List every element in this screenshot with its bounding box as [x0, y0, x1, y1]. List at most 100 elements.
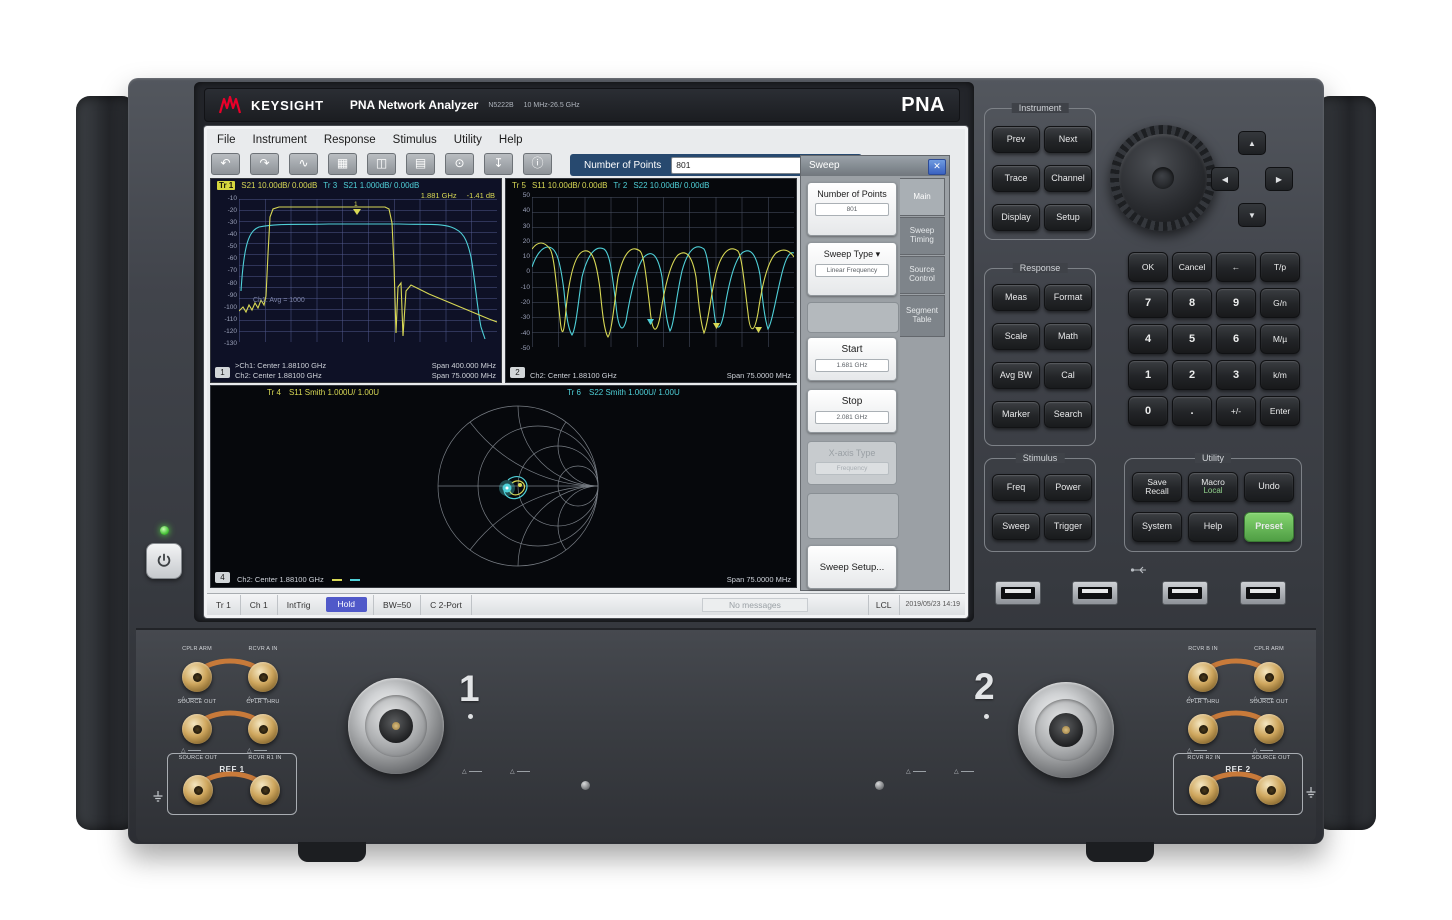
key-5[interactable]: 5 [1172, 324, 1212, 354]
ref1-source-out-label: SOURCE OUT [166, 755, 230, 761]
arrow-right-button[interactable]: ▶ [1265, 167, 1293, 191]
key-mega-micro[interactable]: M/µ [1260, 324, 1300, 354]
smith-title: Tr 4 S11 Smith 1.000U/ 1.00U Tr 6 S22 Sm… [211, 386, 796, 399]
trigger-button[interactable]: Trigger [1044, 513, 1092, 540]
arrow-left-button[interactable]: ◀ [1211, 167, 1239, 191]
next-button[interactable]: Next [1044, 126, 1092, 153]
menu-stimulus[interactable]: Stimulus [393, 134, 437, 146]
key-ok[interactable]: OK [1128, 252, 1168, 282]
source-out-left-label: SOURCE OUT [165, 699, 229, 705]
redo-icon[interactable]: ↷ [250, 153, 279, 175]
clipboard-icon[interactable]: ▤ [406, 153, 435, 175]
x-axis-type-value: Frequency [815, 462, 889, 475]
power-button[interactable]: Power [1044, 474, 1092, 501]
tr2-badge[interactable]: Tr 2 [613, 181, 627, 190]
info-icon[interactable]: ⓘ [523, 153, 552, 175]
scale-button[interactable]: Scale [992, 323, 1040, 350]
key-kilo-milli[interactable]: k/m [1260, 360, 1300, 390]
key-8[interactable]: 8 [1172, 288, 1212, 318]
tab-main[interactable]: Main [900, 178, 945, 216]
key-giga-nano[interactable]: G/n [1260, 288, 1300, 318]
tab-sweep-timing[interactable]: Sweep Timing [900, 217, 945, 255]
undo-icon[interactable]: ↶ [211, 153, 240, 175]
close-icon[interactable]: ✕ [928, 159, 946, 175]
number-of-points-button[interactable]: Number of Points 801 [807, 182, 897, 236]
smith-footer: Ch2: Center 1.88100 GHz Span 75.0000 MHz [237, 575, 791, 585]
save-icon[interactable]: ↧ [484, 153, 513, 175]
key-decimal[interactable]: . [1172, 396, 1212, 426]
freq-button[interactable]: Freq [992, 474, 1040, 501]
trace-wizard-icon[interactable]: ∿ [289, 153, 318, 175]
key-0[interactable]: 0 [1128, 396, 1168, 426]
start-button[interactable]: Start 1.681 GHz [807, 337, 897, 381]
rotary-knob[interactable] [1110, 125, 1216, 231]
undo-button[interactable]: Undo [1244, 472, 1294, 502]
key-backspace[interactable]: ← [1216, 252, 1256, 282]
arrow-down-button[interactable]: ▼ [1238, 203, 1266, 227]
preset-button[interactable]: Preset [1244, 512, 1294, 542]
ref2-rcvr-r2-in-label: RCVR R2 IN [1172, 755, 1236, 761]
avg-bw-button[interactable]: Avg BW [992, 362, 1040, 389]
trace-button[interactable]: Trace [992, 165, 1040, 192]
system-button[interactable]: System [1132, 512, 1182, 542]
key-tera-pico[interactable]: T/p [1260, 252, 1300, 282]
cplr-thru-left-label: CPLR THRU [231, 699, 295, 705]
key-cancel[interactable]: Cancel [1172, 252, 1212, 282]
chart2-y-axis: 5040 3020 100 -10-20 -30-40 -50 [506, 192, 530, 352]
key-enter[interactable]: Enter [1260, 396, 1300, 426]
key-2[interactable]: 2 [1172, 360, 1212, 390]
tr6-scale: S22 Smith 1.000U/ 1.00U [589, 388, 680, 397]
save-recall-button[interactable]: SaveRecall [1132, 472, 1182, 502]
chart1-footer: >Ch1: Center 1.88100 GHz Span 400.000 MH… [235, 361, 496, 380]
prev-button[interactable]: Prev [992, 126, 1040, 153]
zoom-icon[interactable]: ⊙ [445, 153, 474, 175]
tile-windows-icon[interactable]: ▦ [328, 153, 357, 175]
tab-segment-table[interactable]: Segment Table [900, 295, 945, 337]
tr1-badge[interactable]: Tr 1 [217, 181, 235, 190]
menu-response[interactable]: Response [324, 134, 376, 146]
tr3-badge[interactable]: Tr 3 [323, 181, 337, 190]
smith-grid-and-traces [211, 400, 798, 572]
power-button-switch[interactable] [146, 543, 182, 579]
meas-button[interactable]: Meas [992, 284, 1040, 311]
key-9[interactable]: 9 [1216, 288, 1256, 318]
display-button[interactable]: Display [992, 204, 1040, 231]
key-1[interactable]: 1 [1128, 360, 1168, 390]
menu-utility[interactable]: Utility [454, 134, 482, 146]
sweep-type-dropdown[interactable]: Sweep Type ▾ Linear Frequency [807, 242, 897, 296]
arrow-up-button[interactable]: ▲ [1238, 131, 1266, 155]
window1-badge[interactable]: 1 [215, 367, 230, 378]
window4-badge[interactable]: 4 [215, 572, 230, 583]
tab-source-control[interactable]: Source Control [900, 256, 945, 294]
key-7[interactable]: 7 [1128, 288, 1168, 318]
menu-file[interactable]: File [217, 134, 236, 146]
key-3[interactable]: 3 [1216, 360, 1256, 390]
right-handle [1316, 96, 1376, 830]
math-button[interactable]: Math [1044, 323, 1092, 350]
format-button[interactable]: Format [1044, 284, 1092, 311]
tr4-badge[interactable]: Tr 4 [267, 388, 281, 397]
marker-button[interactable]: Marker [992, 401, 1040, 428]
chart1-plot: 1 [239, 199, 497, 342]
sweep-button[interactable]: Sweep [992, 513, 1040, 540]
menu-help[interactable]: Help [499, 134, 523, 146]
window-layout-icon[interactable]: ◫ [367, 153, 396, 175]
key-4[interactable]: 4 [1128, 324, 1168, 354]
help-button[interactable]: Help [1188, 512, 1238, 542]
points-input[interactable] [671, 157, 819, 174]
tr5-badge[interactable]: Tr 5 [512, 181, 526, 190]
search-button[interactable]: Search [1044, 401, 1092, 428]
key-6[interactable]: 6 [1216, 324, 1256, 354]
window2-badge[interactable]: 2 [510, 367, 525, 378]
sweep-setup-button[interactable]: Sweep Setup... [807, 545, 897, 589]
channel-button[interactable]: Channel [1044, 165, 1092, 192]
stop-button[interactable]: Stop 2.081 GHz [807, 389, 897, 433]
tr6-badge[interactable]: Tr 6 [567, 388, 581, 397]
cal-button[interactable]: Cal [1044, 362, 1092, 389]
menu-instrument[interactable]: Instrument [253, 134, 307, 146]
macro-local-button[interactable]: MacroLocal [1188, 472, 1238, 502]
rcvr-b-in-label: RCVR B IN [1171, 646, 1235, 652]
brand-strip: KEYSIGHT PNA Network Analyzer N5222B 10 … [204, 88, 960, 122]
setup-button[interactable]: Setup [1044, 204, 1092, 231]
key-plus-minus[interactable]: +/- [1216, 396, 1256, 426]
